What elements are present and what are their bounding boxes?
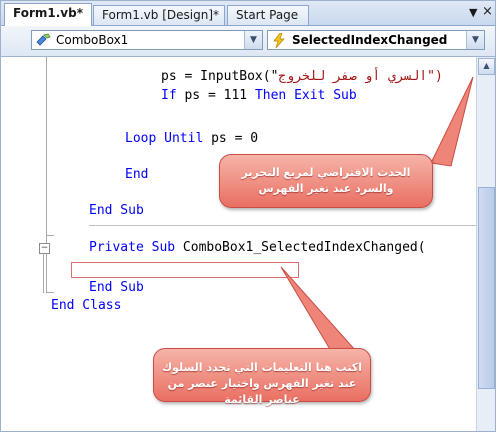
callout-write-instructions: اكتب هنا التعليمات التي تحدد السلوك عند … bbox=[153, 348, 371, 406]
code-editor-window: Form1.vb* Form1.vb [Design]* Start Page … bbox=[0, 0, 496, 432]
callout-default-event: الحدث الافتراضي لمربع التحرير والسرد عند… bbox=[219, 154, 433, 208]
tab-form1-vb[interactable]: Form1.vb* bbox=[4, 3, 92, 26]
